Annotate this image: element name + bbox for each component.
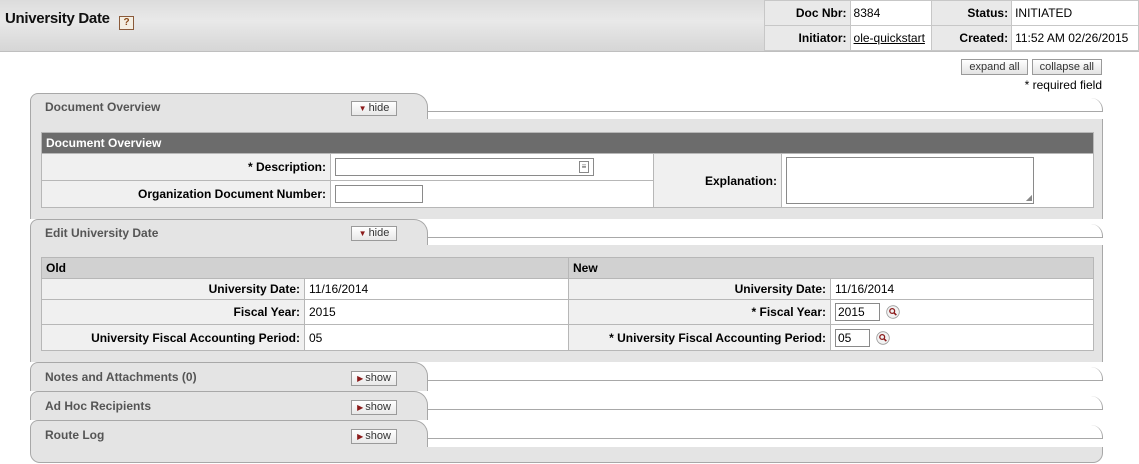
tab-divider-line	[427, 396, 1103, 410]
triangle-right-icon: ▶	[357, 403, 364, 412]
tab-title-document-overview: Document Overview	[45, 100, 161, 114]
required-field-note: * required field	[1024, 78, 1102, 92]
org-doc-number-label: Organization Document Number:	[41, 180, 331, 208]
show-ad-hoc-button[interactable]: ▶ show	[351, 400, 397, 415]
triangle-down-icon: ▼	[358, 229, 367, 238]
old-fiscal-year-label: Fiscal Year:	[41, 299, 305, 325]
toggle-label: show	[365, 372, 391, 384]
explanation-label: Explanation:	[653, 153, 782, 208]
status-value: INITIATED	[1011, 0, 1139, 26]
page-title: University Date	[5, 10, 110, 27]
status-label: Status:	[931, 0, 1013, 26]
description-cell: ≡	[330, 153, 654, 181]
tab-edit-university-date: Edit University Date ▼ hide	[30, 219, 428, 245]
created-label: Created:	[931, 25, 1013, 51]
magnifier-icon[interactable]	[886, 305, 901, 319]
fiscal-year-input[interactable]: 2015	[835, 303, 880, 321]
new-university-date-label: University Date:	[568, 278, 831, 300]
hide-edit-university-date-button[interactable]: ▼ hide	[351, 226, 397, 241]
triangle-right-icon: ▶	[357, 374, 364, 383]
org-doc-number-input[interactable]	[335, 185, 423, 203]
tab-ad-hoc-recipients: Ad Hoc Recipients ▶ show	[30, 391, 428, 420]
new-column-header: New	[568, 257, 1094, 279]
edit-university-date-table: Old New University Date: 11/16/2014 Univ…	[41, 257, 1094, 351]
explanation-textarea[interactable]: ◢	[786, 157, 1034, 204]
triangle-down-icon: ▼	[358, 104, 367, 113]
tab-title-notes-and-attachments: Notes and Attachments (0)	[45, 370, 197, 384]
resize-grip-icon[interactable]: ◢	[1026, 193, 1032, 202]
tab-divider-line	[427, 425, 1103, 439]
initiator-link[interactable]: ole-quickstart	[854, 31, 925, 45]
org-doc-number-cell	[330, 180, 654, 208]
expand-text-icon[interactable]: ≡	[579, 161, 589, 173]
doc-nbr-value: 8384	[849, 0, 933, 26]
section-header-document-overview: Document Overview	[41, 132, 1094, 154]
tab-divider-line	[427, 224, 1103, 238]
old-period-value: 05	[304, 324, 569, 351]
magnifier-icon[interactable]	[876, 330, 891, 345]
tab-divider-line	[427, 98, 1103, 112]
toggle-label: hide	[368, 227, 390, 239]
old-period-label: University Fiscal Accounting Period:	[41, 324, 305, 351]
panel-document-overview: Document Overview * Description: ≡ Expla…	[30, 119, 1103, 219]
triangle-right-icon: ▶	[357, 432, 364, 441]
accounting-period-input[interactable]: 05	[835, 328, 870, 347]
hide-document-overview-button[interactable]: ▼ hide	[351, 101, 397, 116]
initiator-label: Initiator:	[764, 25, 851, 51]
new-university-date-value: 11/16/2014	[830, 278, 1094, 300]
toggle-label: show	[365, 401, 391, 413]
new-fiscal-year-cell: 2015	[830, 299, 1094, 325]
old-university-date-label: University Date:	[41, 278, 305, 300]
tab-document-overview: Document Overview ▼ hide	[30, 93, 428, 119]
help-icon[interactable]: ?	[119, 16, 134, 30]
panel-bottom-edge	[30, 447, 1103, 463]
new-period-cell: 05	[830, 324, 1094, 351]
toggle-label: show	[365, 430, 391, 442]
old-column-header: Old	[41, 257, 569, 279]
panel-edit-university-date: Old New University Date: 11/16/2014 Univ…	[30, 245, 1103, 362]
document-info-table: Doc Nbr: 8384 Status: INITIATED Initiato…	[764, 0, 1139, 51]
old-fiscal-year-value: 2015	[304, 299, 569, 325]
collapse-all-button[interactable]: collapse all	[1031, 59, 1102, 75]
created-value: 11:52 AM 02/26/2015	[1011, 25, 1139, 51]
show-route-log-button[interactable]: ▶ show	[351, 429, 397, 444]
tab-title-edit-university-date: Edit University Date	[45, 226, 159, 240]
expand-all-button[interactable]: expand all	[961, 59, 1028, 75]
explanation-cell: ◢	[781, 153, 1094, 208]
tab-title-route-log: Route Log	[45, 428, 105, 442]
new-period-label: * University Fiscal Accounting Period:	[568, 324, 831, 351]
tab-notes-and-attachments: Notes and Attachments (0) ▶ show	[30, 362, 428, 391]
description-input[interactable]: ≡	[335, 158, 594, 176]
old-university-date-value: 11/16/2014	[304, 278, 569, 300]
description-label: * Description:	[41, 153, 331, 181]
tab-divider-line	[427, 367, 1103, 381]
new-fiscal-year-label: * Fiscal Year:	[568, 299, 831, 325]
initiator-cell: ole-quickstart	[849, 25, 933, 51]
document-overview-table: Document Overview * Description: ≡ Expla…	[41, 132, 1094, 208]
expand-collapse-controls: expand all collapse all	[961, 59, 1102, 75]
show-notes-button[interactable]: ▶ show	[351, 371, 397, 386]
doc-nbr-label: Doc Nbr:	[764, 0, 851, 26]
tab-title-ad-hoc-recipients: Ad Hoc Recipients	[45, 399, 152, 413]
document-header: University Date ? Doc Nbr: 8384 Status: …	[0, 0, 1139, 52]
tab-route-log: Route Log ▶ show	[30, 420, 428, 449]
toggle-label: hide	[368, 102, 390, 114]
